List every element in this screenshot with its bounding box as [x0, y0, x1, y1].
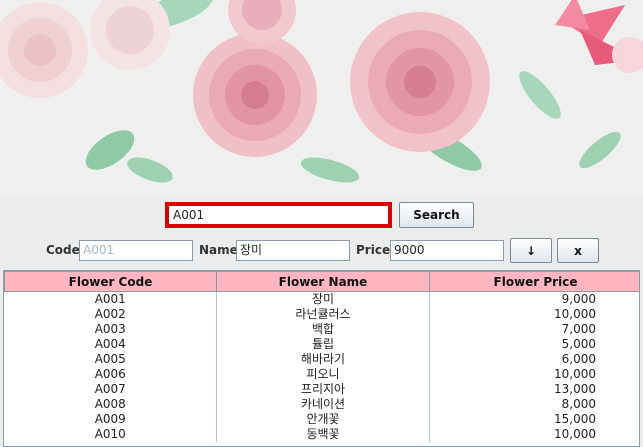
table-row[interactable]: A003 백합 7,000: [4, 322, 639, 337]
search-button[interactable]: Search: [399, 202, 474, 228]
cell-name: 안개꽃: [216, 412, 430, 427]
cell-name: 튤립: [216, 337, 430, 352]
cell-price: 10,000: [429, 367, 639, 382]
cell-name: 카네이션: [216, 397, 430, 412]
code-label: Code: [46, 243, 80, 257]
cell-code: A005: [4, 352, 217, 367]
table-row[interactable]: A005 해바라기 6,000: [4, 352, 639, 367]
cell-name: 백합: [216, 322, 430, 337]
edit-form: Code A001 Name 장미 Price 9000 ↓ x: [0, 238, 643, 264]
price-field[interactable]: 9000: [390, 240, 504, 261]
cell-name: 라넌큘러스: [216, 307, 430, 322]
cell-price: 8,000: [429, 397, 639, 412]
table-row[interactable]: A007 프리지아 13,000: [4, 382, 639, 397]
cell-name: 해바라기: [216, 352, 430, 367]
cell-code: A009: [4, 412, 217, 427]
cell-price: 9,000: [429, 291, 639, 307]
cell-name: 프리지아: [216, 382, 430, 397]
cell-price: 15,000: [429, 412, 639, 427]
column-header-code[interactable]: Flower Code: [4, 271, 217, 292]
table-row[interactable]: A008 카네이션 8,000: [4, 397, 639, 412]
cell-code: A003: [4, 322, 217, 337]
cell-name: 피오니: [216, 367, 430, 382]
cell-price: 13,000: [429, 382, 639, 397]
table-row[interactable]: A002 라넌큘러스 10,000: [4, 307, 639, 322]
cell-code: A002: [4, 307, 217, 322]
column-header-price[interactable]: Flower Price: [429, 271, 639, 292]
cell-price: 10,000: [429, 307, 639, 322]
column-header-name[interactable]: Flower Name: [216, 271, 430, 292]
cell-price: 10,000: [429, 427, 639, 442]
cell-code: A010: [4, 427, 217, 442]
rose-illustration: [0, 0, 643, 183]
cell-code: A006: [4, 367, 217, 382]
table-row[interactable]: A009 안개꽃 15,000: [4, 412, 639, 427]
search-field-frame: [165, 202, 392, 228]
table-row[interactable]: A001 장미 9,000: [4, 291, 639, 307]
table-row[interactable]: A010 동백꽃 10,000: [4, 427, 639, 442]
search-input[interactable]: [169, 206, 388, 224]
cell-name: 장미: [216, 291, 430, 307]
price-label: Price: [356, 243, 391, 257]
code-field[interactable]: A001: [79, 240, 193, 261]
name-label: Name: [199, 243, 238, 257]
name-field[interactable]: 장미: [236, 240, 350, 261]
flower-table: Flower Code Flower Name Flower Price A00…: [3, 270, 640, 447]
table-row[interactable]: A006 피오니 10,000: [4, 367, 639, 382]
table-header-row: Flower Code Flower Name Flower Price: [4, 271, 639, 292]
cell-name: 동백꽃: [216, 427, 430, 442]
cell-price: 5,000: [429, 337, 639, 352]
cell-code: A001: [4, 291, 217, 307]
cell-code: A004: [4, 337, 217, 352]
cell-code: A007: [4, 382, 217, 397]
search-row: Search: [0, 200, 643, 230]
delete-button[interactable]: x: [557, 238, 599, 263]
flower-banner: [0, 0, 643, 195]
cell-code: A008: [4, 397, 217, 412]
cell-price: 6,000: [429, 352, 639, 367]
table-row[interactable]: A004 튤립 5,000: [4, 337, 639, 352]
cell-price: 7,000: [429, 322, 639, 337]
down-arrow-button[interactable]: ↓: [510, 238, 552, 263]
